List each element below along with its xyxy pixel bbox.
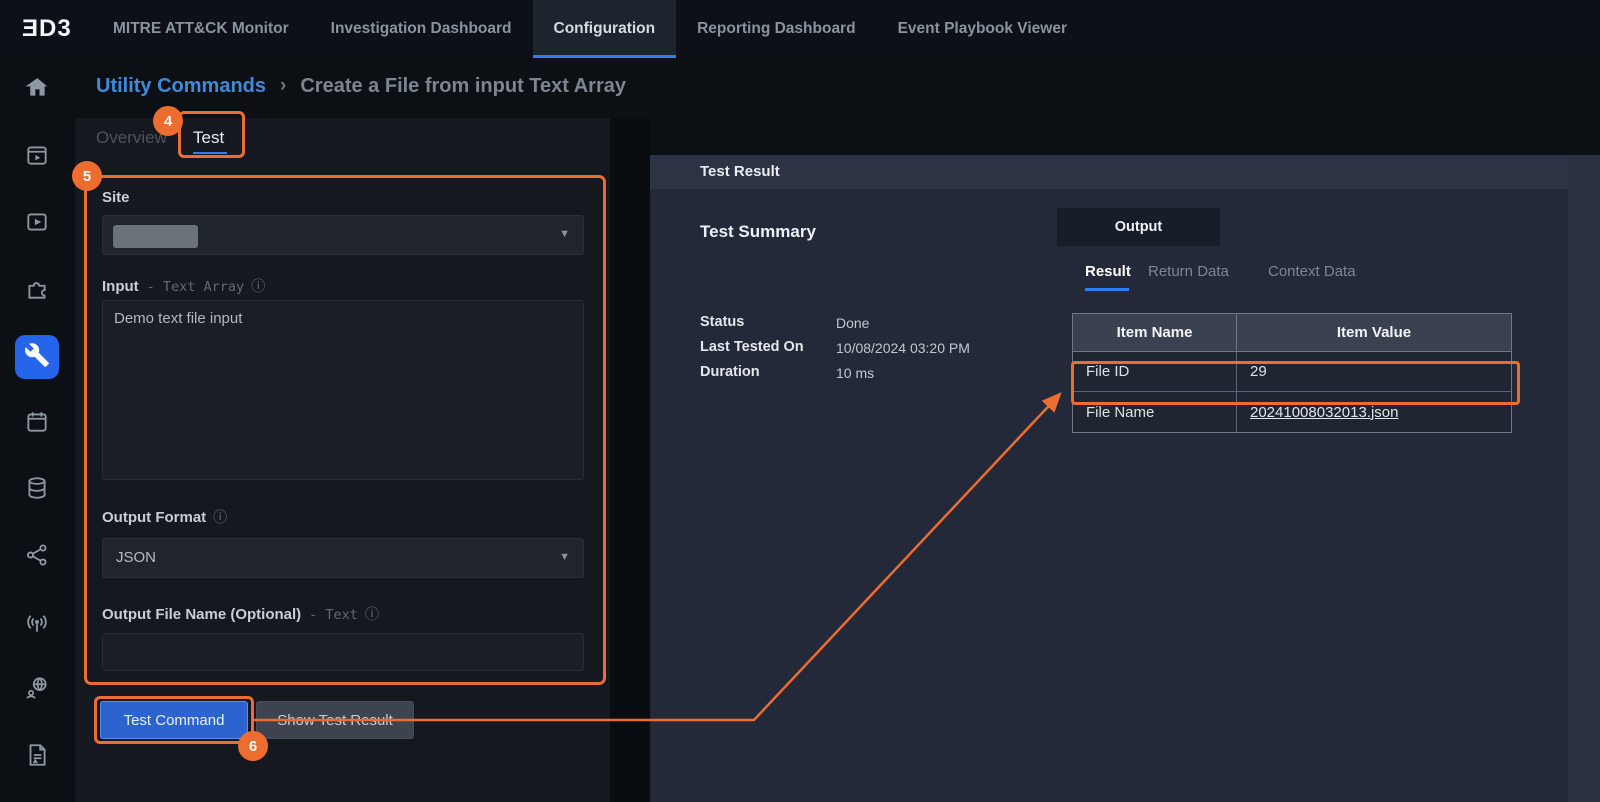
- column-header-item-value: Item Value: [1237, 314, 1511, 352]
- tab-result[interactable]: Result: [1085, 263, 1131, 280]
- output-file-name-type-hint: - Text: [309, 607, 358, 623]
- nav-item-event-playbook-viewer[interactable]: Event Playbook Viewer: [877, 0, 1088, 58]
- nav-item-configuration[interactable]: Configuration: [533, 0, 677, 58]
- site-value-redacted: [113, 225, 198, 248]
- column-header-item-name: Item Name: [1073, 314, 1237, 352]
- sidebar-item-reports[interactable]: [15, 735, 59, 779]
- test-result-header: Test Result: [650, 155, 1568, 189]
- info-icon[interactable]: ⓘ: [213, 509, 227, 525]
- nav-item-reporting-dashboard[interactable]: Reporting Dashboard: [676, 0, 876, 58]
- tab-output[interactable]: Output: [1057, 208, 1220, 246]
- input-type-hint: - Text Array: [147, 279, 245, 295]
- wrench-icon: [24, 342, 50, 373]
- sidebar-item-broadcast[interactable]: [15, 602, 59, 646]
- report-document-icon: [24, 742, 50, 773]
- file-id-name-cell: File ID: [1073, 352, 1237, 392]
- last-tested-on-value: 10/08/2024 03:20 PM: [836, 340, 970, 356]
- output-format-value: JSON: [116, 549, 156, 566]
- video-play-icon: [24, 209, 50, 240]
- site-field-label: Site: [102, 189, 130, 206]
- tab-return-data[interactable]: Return Data: [1148, 263, 1229, 280]
- duration-label: Duration: [700, 364, 830, 380]
- tab-test-active-indicator: [193, 152, 227, 154]
- show-test-result-button[interactable]: Show Test Result: [256, 701, 414, 739]
- page-title: Create a File from input Text Array: [300, 75, 626, 98]
- table-row: File ID 29: [1073, 352, 1511, 392]
- input-textarea[interactable]: Demo text file input: [102, 300, 584, 480]
- sidebar-item-global-user[interactable]: [15, 668, 59, 712]
- main-nav: MITRE ATT&CK Monitor Investigation Dashb…: [92, 0, 1088, 58]
- file-name-value-cell: 20241008032013.json: [1237, 392, 1511, 432]
- table-header-row: Item Name Item Value: [1073, 314, 1511, 352]
- step-badge-5: 5: [72, 161, 102, 191]
- duration-value: 10 ms: [836, 365, 874, 381]
- test-command-button[interactable]: Test Command: [100, 701, 248, 739]
- calendar-icon: [24, 409, 50, 440]
- home-icon: [24, 75, 50, 106]
- test-result-panel: [650, 189, 1568, 802]
- result-table: Item Name Item Value File ID 29 File Nam…: [1072, 313, 1512, 433]
- sidebar-item-integrations[interactable]: [15, 269, 59, 313]
- sidebar-item-utility-commands[interactable]: [15, 335, 59, 379]
- breadcrumb-utility-commands[interactable]: Utility Commands: [96, 75, 266, 98]
- step-badge-6: 6: [238, 731, 268, 761]
- share-nodes-icon: [24, 542, 50, 573]
- step-badge-4: 4: [153, 106, 183, 136]
- chevron-down-icon: ▼: [559, 551, 570, 563]
- broadcast-icon: [24, 609, 50, 640]
- sidebar-item-connections[interactable]: [15, 535, 59, 579]
- site-label-text: Site: [102, 189, 130, 206]
- file-name-name-cell: File Name: [1073, 392, 1237, 432]
- sidebar-item-home[interactable]: [15, 68, 59, 112]
- output-format-label: Output Format ⓘ: [102, 507, 227, 527]
- nav-item-investigation-dashboard[interactable]: Investigation Dashboard: [310, 0, 533, 58]
- scrollbar-track[interactable]: [1568, 155, 1600, 802]
- sidebar-item-playbooks[interactable]: [15, 202, 59, 246]
- panel-divider: [610, 118, 650, 802]
- tab-context-data[interactable]: Context Data: [1268, 263, 1356, 280]
- info-icon[interactable]: ⓘ: [365, 606, 379, 622]
- info-icon[interactable]: ⓘ: [251, 278, 265, 294]
- nav-item-mitre-attck-monitor[interactable]: MITRE ATT&CK Monitor: [92, 0, 310, 58]
- chevron-right-icon: ›: [280, 75, 286, 97]
- app-window: ƎD3 MITRE ATT&CK Monitor Investigation D…: [0, 0, 1600, 802]
- sidebar-item-calendar[interactable]: [15, 402, 59, 446]
- breadcrumb: Utility Commands › Create a File from in…: [96, 58, 626, 114]
- tab-result-active-indicator: [1085, 288, 1129, 291]
- input-label-text: Input: [102, 278, 139, 295]
- file-id-value-cell: 29: [1237, 352, 1511, 392]
- table-row: File Name 20241008032013.json: [1073, 392, 1511, 432]
- file-name-link[interactable]: 20241008032013.json: [1250, 404, 1398, 421]
- output-file-name-label: Output File Name (Optional) - Text ⓘ: [102, 604, 379, 624]
- sidebar-item-schedule[interactable]: [15, 135, 59, 179]
- output-format-select[interactable]: JSON ▼: [102, 538, 584, 578]
- input-field-label: Input - Text Array ⓘ: [102, 276, 265, 296]
- top-navbar: ƎD3 MITRE ATT&CK Monitor Investigation D…: [0, 0, 1600, 58]
- tab-test[interactable]: Test: [193, 128, 224, 148]
- globe-user-icon: [24, 675, 50, 706]
- puzzle-icon: [24, 276, 50, 307]
- status-label: Status: [700, 314, 830, 330]
- status-value: Done: [836, 315, 869, 331]
- database-icon: [24, 475, 50, 506]
- site-select[interactable]: ▼: [102, 215, 584, 255]
- test-summary-title: Test Summary: [700, 222, 816, 242]
- last-tested-on-label: Last Tested On: [700, 339, 830, 355]
- monitor-play-icon: [24, 142, 50, 173]
- output-format-label-text: Output Format: [102, 509, 206, 526]
- output-file-name-input[interactable]: [102, 633, 584, 671]
- sidebar-item-data-management[interactable]: [15, 468, 59, 512]
- chevron-down-icon: ▼: [559, 228, 570, 240]
- output-file-name-label-text: Output File Name (Optional): [102, 606, 301, 623]
- d3-logo[interactable]: ƎD3: [22, 0, 72, 58]
